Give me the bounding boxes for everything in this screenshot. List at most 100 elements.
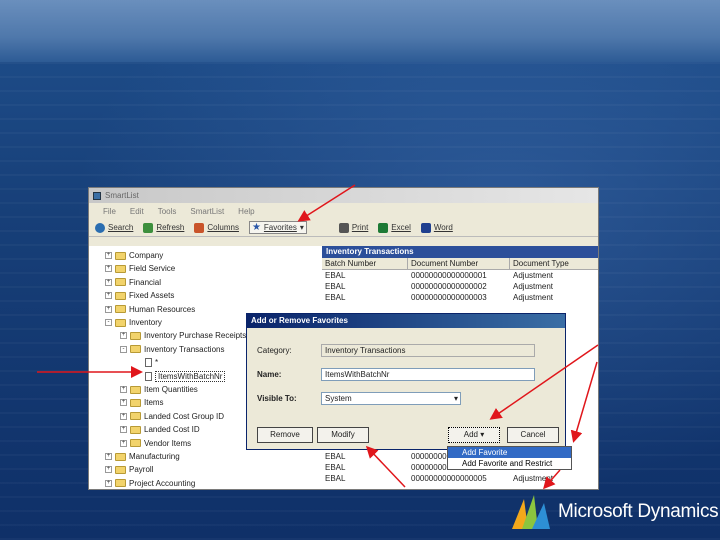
tree-item-label: Field Service — [129, 264, 176, 274]
document-icon — [145, 371, 152, 381]
tree-item[interactable]: - Inventory — [105, 316, 162, 329]
table-row[interactable]: EBAL 00000000000000001 Adjustment — [322, 270, 598, 281]
tree-item[interactable]: * — [135, 356, 158, 369]
tree-item-label: Project Accounting — [129, 478, 196, 488]
excel-button[interactable]: Excel — [378, 222, 411, 233]
name-field[interactable]: ItemsWithBatchNr — [321, 368, 535, 381]
table-cell: Adjustment — [513, 271, 554, 280]
search-label: Search — [108, 223, 134, 232]
tree-item-label: Manufacturing — [129, 452, 180, 461]
visible-to-select[interactable]: System ▾ — [321, 392, 461, 405]
tree-item[interactable]: + Fixed Assets — [105, 289, 174, 302]
tree-item[interactable]: + Payroll — [105, 463, 153, 476]
folder-icon — [130, 331, 141, 340]
expand-icon[interactable]: + — [120, 426, 127, 434]
table-row[interactable]: EBAL 00000000000000003 Adjustment — [322, 292, 598, 303]
table-cell: EBAL — [325, 293, 346, 302]
remove-button[interactable]: Remove — [257, 427, 313, 443]
menu-tools[interactable]: Tools — [158, 207, 177, 216]
tree-item[interactable]: + Landed Cost ID — [120, 423, 200, 436]
expand-icon[interactable]: + — [120, 412, 127, 420]
modify-button[interactable]: Modify — [317, 427, 369, 443]
folder-icon — [130, 345, 141, 354]
table-cell: 00000000000000001 — [411, 271, 487, 280]
expand-icon[interactable]: + — [120, 386, 127, 393]
collapse-icon[interactable]: - — [120, 345, 127, 353]
tree-item-label: Item Quantities — [144, 385, 198, 394]
word-label: Word — [433, 223, 453, 232]
folder-icon — [115, 278, 126, 287]
add-button[interactable]: Add ▾ — [448, 427, 500, 443]
tree-item-label: Financial — [129, 277, 162, 287]
tree-item[interactable]: + Field Service — [105, 262, 175, 275]
menu-smartlist[interactable]: SmartList — [190, 207, 224, 216]
word-button[interactable]: Word — [420, 222, 453, 233]
tree-item[interactable]: + Project Accounting — [105, 477, 196, 489]
category-label: Category: — [257, 346, 292, 355]
menu-file[interactable]: File — [103, 207, 116, 216]
tree-item[interactable]: + Manufacturing — [105, 450, 180, 463]
tree-item[interactable]: + Landed Cost Group ID — [120, 410, 224, 423]
expand-icon[interactable]: + — [105, 479, 112, 487]
table-cell: EBAL — [325, 271, 346, 280]
tree-item-label: Inventory — [129, 318, 162, 327]
refresh-label: Refresh — [156, 223, 185, 232]
folder-icon — [115, 465, 126, 474]
favorites-button[interactable]: ★ Favorites ▾ — [248, 221, 307, 234]
folder-icon — [130, 439, 141, 448]
expand-icon[interactable]: + — [120, 399, 127, 407]
table-row[interactable]: EBAL 00000000000000005 Adjustment — [322, 473, 598, 484]
toolbar: Search Refresh Columns ★ Favorites ▾ Print… — [89, 219, 598, 237]
expand-icon[interactable]: + — [105, 305, 112, 313]
category-field: Inventory Transactions — [321, 344, 535, 357]
menu-item-add-favorite-restrict[interactable]: Add Favorite and Restrict — [448, 458, 571, 469]
tree-item[interactable]: + Items — [120, 396, 164, 409]
tree-item[interactable]: + Inventory Purchase Receipts — [120, 329, 246, 342]
expand-icon[interactable]: + — [120, 439, 127, 447]
chevron-down-icon: ▾ — [453, 394, 458, 403]
column-header[interactable]: Batch Number — [322, 258, 408, 269]
tree-item[interactable]: + Financial — [105, 276, 161, 289]
add-label: Add — [463, 430, 478, 439]
expand-icon[interactable]: + — [105, 466, 112, 474]
print-button[interactable]: Print — [338, 222, 369, 233]
tree-item[interactable]: ItemsWithBatchNr — [135, 370, 226, 383]
menu-edit[interactable]: Edit — [130, 207, 144, 216]
column-header[interactable]: Document Number — [408, 258, 510, 269]
menu-item-add-favorite[interactable]: Add Favorite — [448, 447, 571, 458]
column-header[interactable]: Document Type — [510, 258, 598, 269]
search-button[interactable]: Search — [95, 222, 134, 233]
menu-help[interactable]: Help — [238, 207, 254, 216]
dialog-title[interactable]: Add or Remove Favorites — [247, 314, 565, 328]
name-label: Name: — [257, 370, 282, 379]
table-cell: EBAL — [325, 463, 346, 472]
grid-header: Batch Number Document Number Document Ty… — [322, 258, 598, 270]
folder-icon — [115, 479, 126, 488]
expand-icon[interactable]: + — [120, 332, 127, 340]
table-cell: Adjustment — [513, 282, 554, 291]
tree-item-label: Inventory Transactions — [144, 344, 225, 354]
print-label: Print — [351, 223, 369, 232]
cancel-button[interactable]: Cancel — [507, 427, 559, 443]
tree-item[interactable]: + Company — [105, 249, 163, 262]
table-row[interactable]: EBAL 00000000000000002 Adjustment — [322, 281, 598, 292]
header-band — [0, 0, 720, 62]
add-dropdown-menu: Add Favorite Add Favorite and Restrict — [447, 446, 572, 470]
collapse-icon[interactable]: - — [105, 319, 112, 326]
visible-to-value: System — [325, 394, 352, 403]
tree-item[interactable]: - Inventory Transactions — [120, 343, 224, 356]
expand-icon[interactable]: + — [105, 265, 112, 273]
refresh-button[interactable]: Refresh — [143, 222, 185, 233]
window-titlebar[interactable]: SmartList — [89, 188, 598, 203]
expand-icon[interactable]: + — [105, 278, 112, 286]
tree-item-label: Inventory Purchase Receipts — [144, 331, 247, 341]
expand-icon[interactable]: + — [105, 453, 112, 460]
tree-item[interactable]: + Vendor Items — [120, 437, 191, 450]
columns-button[interactable]: Columns — [194, 222, 239, 233]
excel-label: Excel — [391, 223, 411, 232]
tree-item[interactable]: + Item Quantities — [120, 383, 198, 396]
expand-icon[interactable]: + — [105, 252, 112, 259]
expand-icon[interactable]: + — [105, 292, 112, 300]
tree-item[interactable]: + Human Resources — [105, 303, 195, 316]
tree-item-label: Company — [129, 251, 164, 260]
